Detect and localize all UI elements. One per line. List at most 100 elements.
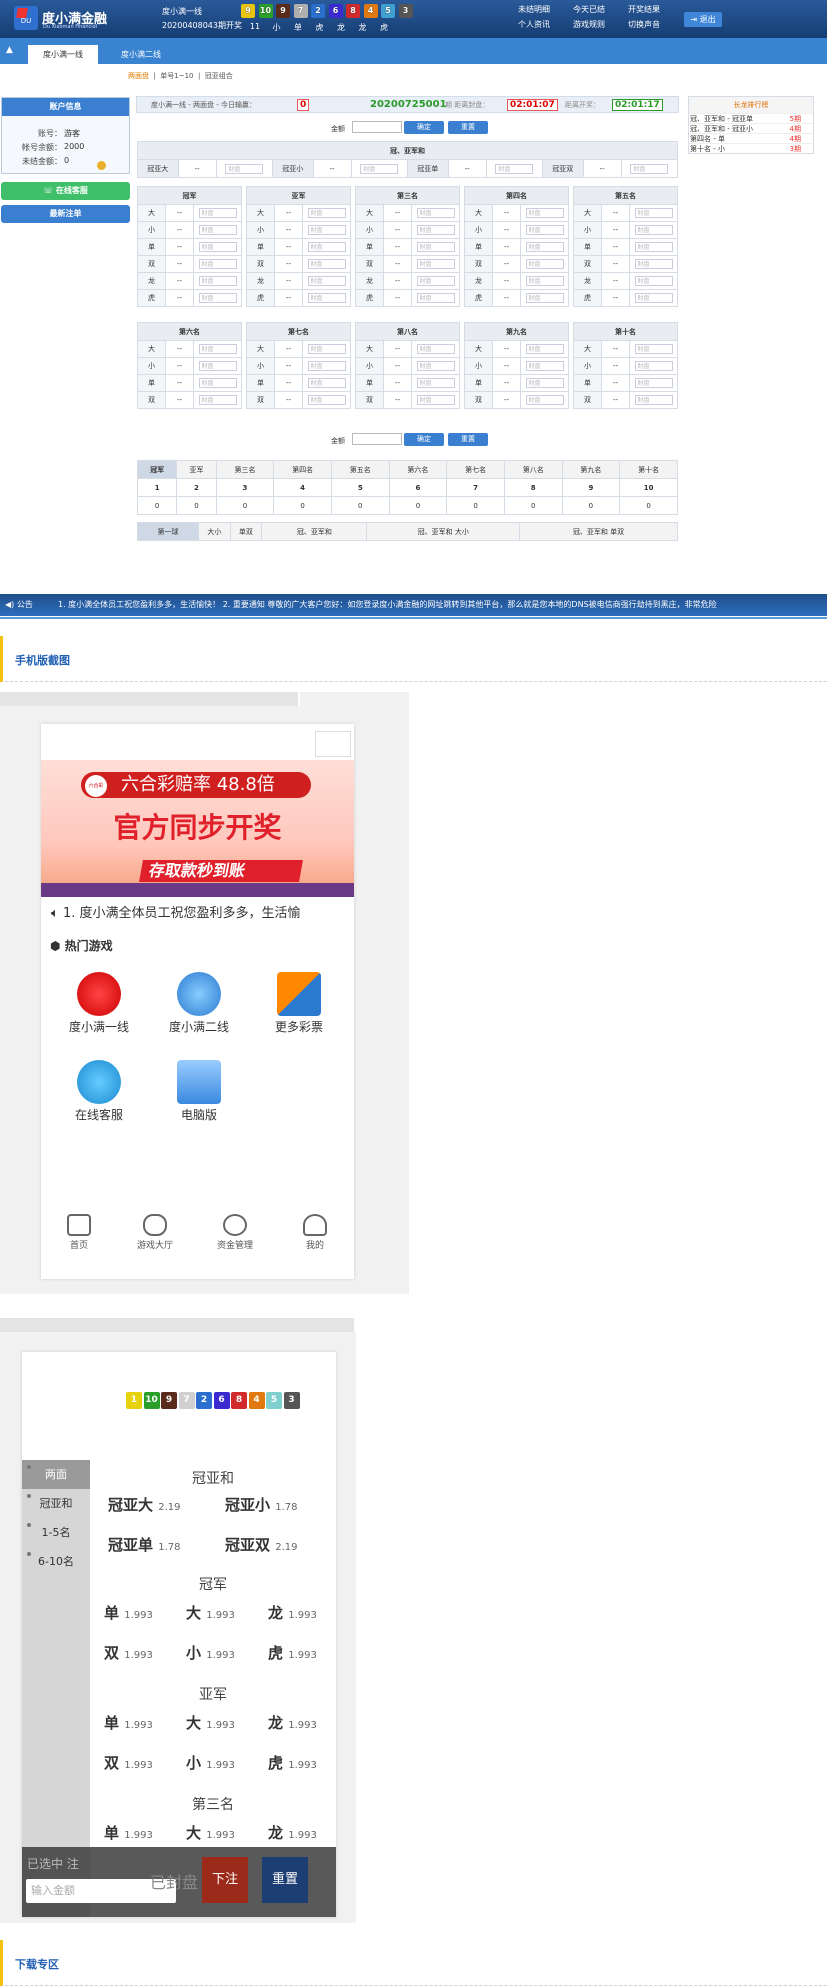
bet-input[interactable]: 财盘: [198, 259, 237, 269]
bet-button[interactable]: 下注: [202, 1857, 248, 1903]
bet-input[interactable]: 财盘: [416, 225, 455, 235]
bet-input[interactable]: 财盘: [198, 225, 237, 235]
header-link[interactable]: 游戏规则: [573, 19, 605, 30]
phone2-option[interactable]: 冠亚单 1.78: [108, 1534, 181, 1555]
bet-input[interactable]: 财盘: [525, 344, 564, 354]
tab-home[interactable]: 首页: [49, 1238, 109, 1251]
bet-input[interactable]: 财盘: [634, 378, 673, 388]
phone2-option[interactable]: 龙 1.993: [268, 1822, 317, 1843]
stats-tab[interactable]: 第七名: [446, 460, 505, 479]
bet-input[interactable]: 财盘: [225, 163, 264, 174]
stats-tab[interactable]: 第三名: [215, 460, 275, 479]
phone2-option[interactable]: 双 1.993: [104, 1752, 153, 1773]
phone2-option[interactable]: 龙 1.993: [268, 1602, 317, 1623]
stats-tab[interactable]: 第九名: [561, 460, 621, 479]
stats-subtab[interactable]: 单双: [229, 522, 263, 541]
reset-bet-button[interactable]: 重置: [262, 1857, 308, 1903]
gamepad-icon[interactable]: [143, 1214, 167, 1236]
online-service-button[interactable]: ☏ 在线客服: [1, 182, 130, 200]
bet-input[interactable]: 财盘: [634, 259, 673, 269]
bet-input[interactable]: 财盘: [307, 293, 346, 303]
header-link[interactable]: 今天已结: [573, 4, 605, 15]
bet-input[interactable]: 财盘: [634, 225, 673, 235]
bet-input[interactable]: 财盘: [416, 361, 455, 371]
subnav-single[interactable]: 单号1~10: [160, 72, 193, 80]
phone2-option[interactable]: 虎 1.993: [268, 1642, 317, 1663]
bet-input[interactable]: 财盘: [198, 361, 237, 371]
bet-input[interactable]: 财盘: [416, 242, 455, 252]
game-line1-icon[interactable]: [77, 972, 121, 1016]
bet-input[interactable]: 财盘: [198, 276, 237, 286]
user-icon[interactable]: [303, 1214, 327, 1236]
bet-input[interactable]: 财盘: [307, 208, 346, 218]
stats-tab[interactable]: 冠军: [136, 460, 178, 479]
phone2-side-item[interactable]: 6-10名: [22, 1547, 90, 1576]
bet-input[interactable]: 财盘: [634, 276, 673, 286]
bet-input[interactable]: 财盘: [634, 344, 673, 354]
stats-tab[interactable]: 亚军: [176, 460, 217, 479]
phone2-option[interactable]: 单 1.993: [104, 1822, 153, 1843]
stats-subtab[interactable]: 冠、亚军和 大小: [366, 522, 521, 541]
bet-input[interactable]: 财盘: [416, 378, 455, 388]
bet-input[interactable]: 财盘: [307, 378, 346, 388]
bet-input[interactable]: 财盘: [416, 395, 455, 405]
home-icon[interactable]: [67, 1214, 91, 1236]
phone2-option[interactable]: 龙 1.993: [268, 1712, 317, 1733]
phone2-option[interactable]: 小 1.993: [186, 1642, 235, 1663]
more-lottery-icon[interactable]: [277, 972, 321, 1016]
phone2-option[interactable]: 单 1.993: [104, 1712, 153, 1733]
phone2-option[interactable]: 大 1.993: [186, 1712, 235, 1733]
promo-banner[interactable]: 六合彩赔率 48.8倍 六合彩 官方同步开奖 存取款秒到账: [41, 760, 354, 897]
game-line2-label[interactable]: 度小满二线: [149, 1018, 249, 1035]
phone2-option[interactable]: 冠亚双 2.19: [225, 1534, 298, 1555]
confirm-button-2[interactable]: 确定: [404, 433, 444, 446]
bet-input[interactable]: 财盘: [198, 344, 237, 354]
amount-input-2[interactable]: [352, 433, 402, 445]
bet-input[interactable]: 财盘: [634, 242, 673, 252]
bet-input[interactable]: 财盘: [416, 208, 455, 218]
stats-tab[interactable]: 第六名: [388, 460, 448, 479]
bet-input[interactable]: 财盘: [525, 293, 564, 303]
header-link[interactable]: 个人资讯: [518, 19, 550, 30]
desktop-label[interactable]: 电脑版: [149, 1106, 249, 1123]
bet-input[interactable]: 财盘: [525, 361, 564, 371]
phone2-option[interactable]: 双 1.993: [104, 1642, 153, 1663]
header-link[interactable]: 切换声音: [628, 19, 660, 30]
bet-input[interactable]: 财盘: [198, 208, 237, 218]
phone2-side-item[interactable]: 1-5名: [22, 1518, 90, 1547]
phone2-option[interactable]: 虎 1.993: [268, 1752, 317, 1773]
bet-input[interactable]: 财盘: [525, 395, 564, 405]
bet-input[interactable]: 财盘: [495, 163, 534, 174]
bet-input[interactable]: 财盘: [307, 242, 346, 252]
stats-tab[interactable]: 第五名: [330, 460, 390, 479]
latest-bets-button[interactable]: 最新注单: [1, 205, 130, 223]
logout-button[interactable]: ⇥ 退出: [684, 12, 722, 27]
phone2-side-item[interactable]: 冠亚和: [22, 1489, 90, 1518]
game-line1-label[interactable]: 度小满一线: [49, 1018, 149, 1035]
game-line2-icon[interactable]: [177, 972, 221, 1016]
bet-input[interactable]: 财盘: [630, 163, 669, 174]
phone2-option[interactable]: 冠亚小 1.78: [225, 1494, 298, 1515]
bet-input[interactable]: 财盘: [198, 395, 237, 405]
bet-input[interactable]: 财盘: [634, 293, 673, 303]
bet-input[interactable]: 财盘: [525, 276, 564, 286]
more-lottery-label[interactable]: 更多彩票: [249, 1018, 349, 1035]
header-link[interactable]: 未结明细: [518, 4, 550, 15]
subnav-combo[interactable]: 冠亚组合: [205, 72, 233, 80]
bet-input[interactable]: 财盘: [634, 361, 673, 371]
phone2-side-item[interactable]: 两面: [22, 1460, 90, 1489]
bet-input[interactable]: 财盘: [416, 293, 455, 303]
logo[interactable]: DU 度小满金融 Du Xiaoman Financial: [14, 6, 134, 32]
tab-line2[interactable]: 度小满二线: [106, 45, 176, 64]
phone2-option[interactable]: 冠亚大 2.19: [108, 1494, 181, 1515]
tab-line1[interactable]: 度小满一线: [28, 45, 98, 64]
bet-input[interactable]: 财盘: [307, 276, 346, 286]
reset-button-2[interactable]: 重置: [448, 433, 488, 446]
collapse-icon[interactable]: ▲: [6, 45, 13, 55]
amount-input[interactable]: [352, 121, 402, 133]
desktop-icon[interactable]: [177, 1060, 221, 1104]
bet-input[interactable]: 财盘: [198, 242, 237, 252]
bet-input[interactable]: 财盘: [416, 344, 455, 354]
bet-input[interactable]: 财盘: [525, 225, 564, 235]
bet-input[interactable]: 财盘: [525, 208, 564, 218]
